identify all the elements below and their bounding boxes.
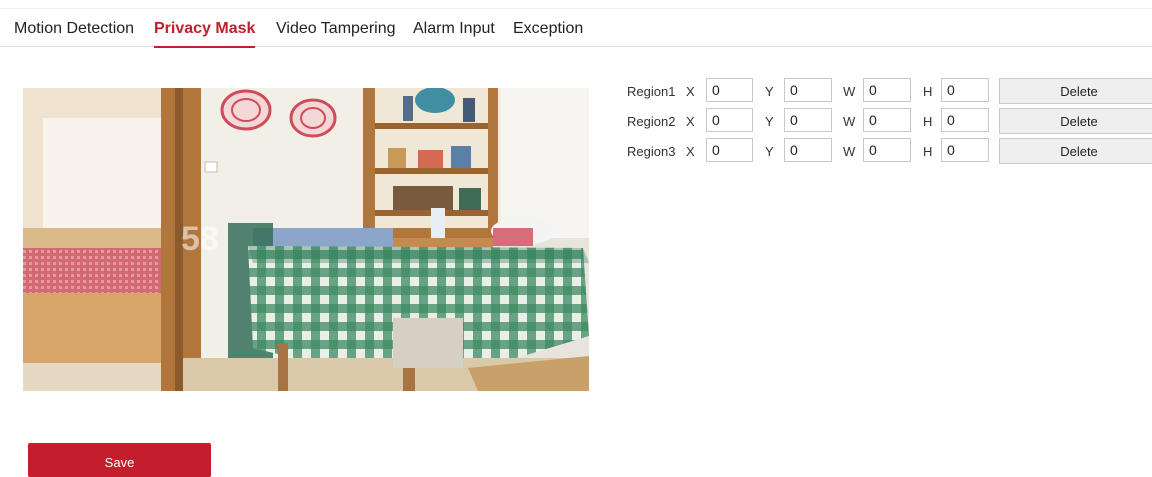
video-preview[interactable]: 58 (23, 88, 589, 391)
w-label: W (843, 144, 856, 159)
save-button[interactable]: Save (28, 443, 211, 477)
preview-watermark: 58 (181, 220, 219, 258)
region2-delete-button[interactable]: Delete (999, 108, 1152, 134)
tab-bar: Motion Detection Privacy Mask Video Tamp… (0, 0, 1152, 48)
region1-delete-button[interactable]: Delete (999, 78, 1152, 104)
region2-h-input[interactable] (941, 108, 989, 132)
y-label: Y (765, 84, 774, 99)
tab-video-tampering[interactable]: Video Tampering (276, 20, 396, 38)
region-label: Region1 (627, 84, 676, 99)
region3-h-input[interactable] (941, 138, 989, 162)
region1-w-input[interactable] (863, 78, 911, 102)
tab-motion-detection[interactable]: Motion Detection (14, 20, 134, 38)
tab-exception[interactable]: Exception (513, 20, 583, 38)
region3-delete-button[interactable]: Delete (999, 138, 1152, 164)
region-label: Region3 (627, 144, 676, 159)
y-label: Y (765, 114, 774, 129)
region2-w-input[interactable] (863, 108, 911, 132)
x-label: X (686, 114, 695, 129)
h-label: H (923, 144, 933, 159)
h-label: H (923, 84, 933, 99)
tab-privacy-mask-label: Privacy Mask (154, 20, 256, 37)
region-row-1: Region1 X Y W H Delete (627, 78, 1152, 104)
region-label: Region2 (627, 114, 676, 129)
h-label: H (923, 114, 933, 129)
region-row-3: Region3 X Y W H Delete (627, 138, 1152, 164)
x-label: X (686, 84, 695, 99)
camera-scene: 58 (23, 88, 589, 391)
tab-alarm-input[interactable]: Alarm Input (413, 20, 495, 38)
region3-w-input[interactable] (863, 138, 911, 162)
region-row-2: Region2 X Y W H Delete (627, 108, 1152, 134)
region1-x-input[interactable] (706, 78, 753, 102)
region1-h-input[interactable] (941, 78, 989, 102)
w-label: W (843, 84, 856, 99)
w-label: W (843, 114, 856, 129)
y-label: Y (765, 144, 774, 159)
active-tab-underline (154, 46, 256, 48)
region3-x-input[interactable] (706, 138, 753, 162)
region2-y-input[interactable] (784, 108, 832, 132)
region1-y-input[interactable] (784, 78, 832, 102)
region2-x-input[interactable] (706, 108, 753, 132)
tab-privacy-mask[interactable]: Privacy Mask (154, 20, 256, 48)
region3-y-input[interactable] (784, 138, 832, 162)
x-label: X (686, 144, 695, 159)
